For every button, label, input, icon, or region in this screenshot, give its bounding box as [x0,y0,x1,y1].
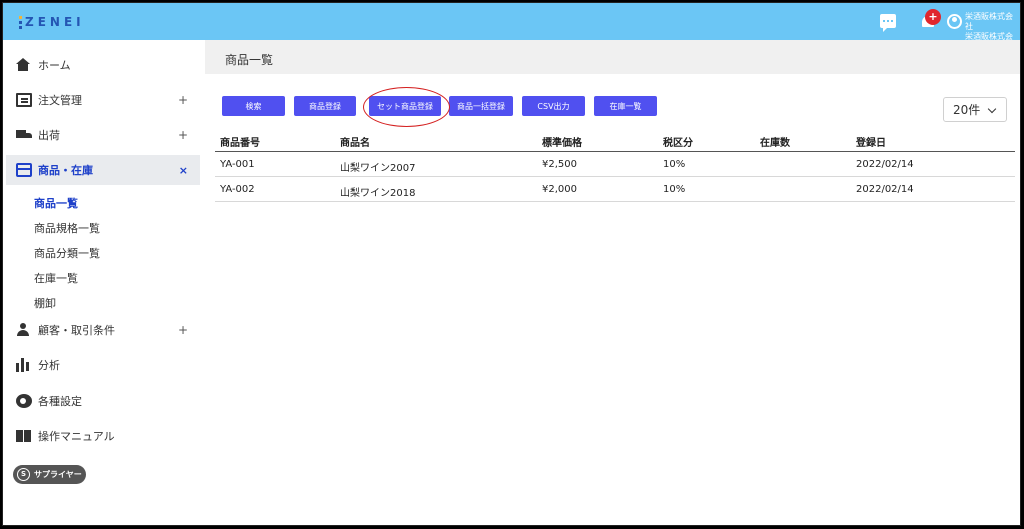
table-cell: ¥2,000 [542,184,577,195]
collapse-icon[interactable]: × [179,164,188,177]
order-icon [16,93,32,107]
column-header[interactable]: 在庫数 [760,134,790,149]
column-header[interactable]: 商品番号 [220,134,260,149]
sidebar-item-home[interactable]: ホーム [6,50,200,80]
chat-icon[interactable] [880,14,896,32]
sidebar-item-products[interactable]: 商品・在庫 × [6,155,200,185]
inventory-list-button[interactable]: 在庫一覧 [594,96,657,116]
highlight-annotation [363,87,450,127]
sidebar: ホーム 注文管理 + 出荷 + 商品・在庫 × 商品一覧 商品規格一覧 商品分類… [3,40,205,525]
box-icon [16,163,32,177]
table-cell: 山梨ワイン2007 [340,163,416,174]
table-cell: 10% [663,184,686,195]
per-page-select[interactable]: 20件 [943,97,1007,122]
sidebar-subitem-stocktake[interactable]: 棚卸 [34,295,56,311]
table-row[interactable]: YA-001 山梨ワイン2007 ¥2,500 10% 2022/02/14 [215,152,1015,177]
table-cell: ¥2,500 [542,159,577,170]
home-icon [16,58,32,72]
bulk-add-product-button[interactable]: 商品一括登録 [449,96,513,116]
expand-icon[interactable]: + [178,323,188,337]
book-icon [16,429,32,443]
logo[interactable]: ZENEI [19,14,85,30]
sidebar-subitem-product-list[interactable]: 商品一覧 [34,195,78,211]
table-cell: 山梨ワイン2018 [340,188,416,199]
sidebar-item-analytics[interactable]: 分析 [6,350,200,380]
logo-mark-icon [19,15,22,29]
table-cell: 2022/02/14 [856,159,914,170]
column-header[interactable]: 登録日 [856,134,886,149]
supplier-switch-button[interactable]: S サプライヤー [13,465,86,484]
table-cell: YA-002 [220,184,255,195]
sidebar-item-manual[interactable]: 操作マニュアル [6,421,200,451]
expand-icon[interactable]: + [178,93,188,107]
sidebar-item-shipping[interactable]: 出荷 + [6,120,200,150]
expand-icon[interactable]: + [178,128,188,142]
truck-icon [16,128,32,142]
notification-badge: + [925,9,941,25]
person-icon [16,323,32,337]
csv-export-button[interactable]: CSV出力 [522,96,585,116]
main-content: 商品一覧 検索 商品登録 セット商品登録 商品一括登録 CSV出力 在庫一覧 2… [205,40,1020,525]
table-cell: 10% [663,159,686,170]
table-row[interactable]: YA-002 山梨ワイン2018 ¥2,000 10% 2022/02/14 [215,177,1015,202]
sidebar-item-orders[interactable]: 注文管理 + [6,85,200,115]
user-icon[interactable] [947,14,962,29]
sidebar-subitem-product-specs[interactable]: 商品規格一覧 [34,220,100,236]
chart-icon [16,358,32,372]
logo-text: ZENEI [25,15,85,29]
table-cell: 2022/02/14 [856,184,914,195]
sidebar-item-customers[interactable]: 顧客・取引条件 + [6,315,200,345]
add-product-button[interactable]: 商品登録 [294,96,356,116]
app-window: ZENEI + 栄酒販株式会社 栄酒販株式会社 ホーム 注文管理 + 出荷 + … [2,2,1021,526]
column-header[interactable]: 税区分 [663,134,693,149]
table-header-row: 商品番号 商品名 標準価格 税区分 在庫数 登録日 [215,131,1015,152]
table-cell: YA-001 [220,159,255,170]
chevron-down-icon [987,104,997,114]
page-header: 商品一覧 [205,40,1020,74]
sidebar-subitem-inventory[interactable]: 在庫一覧 [34,270,78,286]
column-header[interactable]: 商品名 [340,134,370,149]
top-bar: ZENEI + 栄酒販株式会社 栄酒販株式会社 [3,3,1020,51]
sidebar-item-settings[interactable]: 各種設定 [6,386,200,416]
supplier-icon: S [17,468,30,481]
page-title: 商品一覧 [225,53,274,67]
column-header[interactable]: 標準価格 [542,134,582,149]
product-table: 商品番号 商品名 標準価格 税区分 在庫数 登録日 YA-001 山梨ワイン20… [215,131,1015,202]
search-button[interactable]: 検索 [222,96,285,116]
sidebar-subitem-product-categories[interactable]: 商品分類一覧 [34,245,100,261]
gear-icon [16,394,32,408]
